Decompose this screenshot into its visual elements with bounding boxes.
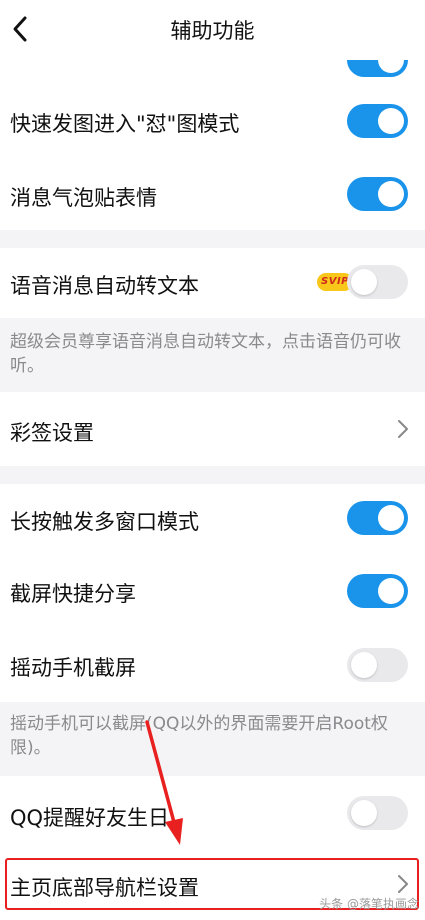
setting-label: 消息气泡贴表情 — [10, 186, 157, 210]
setting-row-shake-screenshot[interactable]: 摇动手机截屏 — [0, 628, 425, 702]
bubble-sticker-toggle[interactable] — [347, 177, 408, 211]
quick-image-toggle[interactable] — [347, 104, 408, 138]
setting-label: 彩签设置 — [10, 421, 94, 445]
voice-description: 超级会员尊享语音消息自动转文本，点击语音仍可收听。 — [0, 318, 425, 392]
voice-to-text-toggle[interactable] — [347, 265, 408, 299]
setting-row-long-press[interactable]: 长按触发多窗口模式 — [0, 484, 425, 554]
back-arrow-icon[interactable] — [10, 14, 30, 44]
setting-row-birthday[interactable]: QQ提醒好友生日 — [0, 776, 425, 858]
setting-label: 长按触发多窗口模式 — [10, 510, 199, 534]
setting-label: 语音消息自动转文本 — [10, 274, 199, 298]
setting-row-caiqian[interactable]: 彩签设置 — [0, 392, 425, 466]
watermark: 头条 @落笔执画念 — [319, 897, 419, 911]
setting-row-screenshot-share[interactable]: 截屏快捷分享 — [0, 554, 425, 628]
nav-header: 辅助功能 — [0, 0, 425, 60]
section-separator — [0, 466, 425, 484]
setting-row-voice-to-text[interactable]: 语音消息自动转文本 SVIP — [0, 248, 425, 318]
previous-toggle[interactable] — [347, 60, 408, 77]
previous-toggle-row — [0, 60, 425, 84]
setting-row-quick-image[interactable]: 快速发图进入"怼"图模式 — [0, 84, 425, 162]
setting-label: 快速发图进入"怼"图模式 — [10, 112, 240, 136]
screenshot-share-toggle[interactable] — [347, 574, 408, 608]
setting-label: 截屏快捷分享 — [10, 582, 136, 606]
chevron-right-icon — [398, 420, 408, 438]
page-title: 辅助功能 — [170, 19, 255, 43]
long-press-toggle[interactable] — [347, 501, 408, 535]
section-separator — [0, 230, 425, 248]
shake-description: 摇动手机可以截屏(QQ以外的界面需要开启Root权限)。 — [0, 702, 425, 776]
shake-screenshot-toggle[interactable] — [347, 648, 408, 682]
setting-label: QQ提醒好友生日 — [10, 806, 170, 830]
birthday-toggle[interactable] — [347, 796, 408, 830]
setting-label: 摇动手机截屏 — [10, 656, 136, 680]
setting-row-bubble-sticker[interactable]: 消息气泡贴表情 — [0, 162, 425, 230]
